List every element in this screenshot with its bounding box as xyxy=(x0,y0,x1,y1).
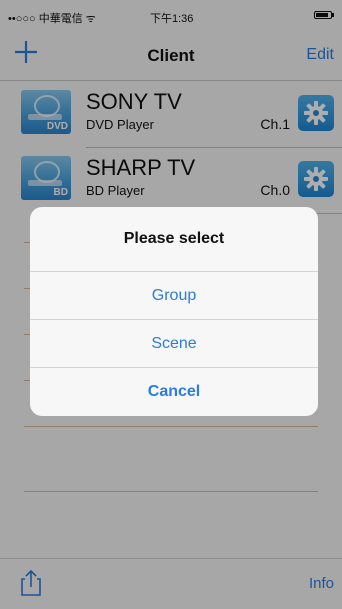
group-option[interactable]: Group xyxy=(30,272,318,320)
dialog-title: Please select xyxy=(30,207,318,272)
scene-option[interactable]: Scene xyxy=(30,320,318,368)
cancel-button[interactable]: Cancel xyxy=(30,368,318,415)
screen: ••○○○ 中華電信 ᯤ 下午1:36 Client Edit DVD SONY… xyxy=(0,0,342,609)
select-dialog: Please select Group Scene Cancel xyxy=(30,207,318,416)
